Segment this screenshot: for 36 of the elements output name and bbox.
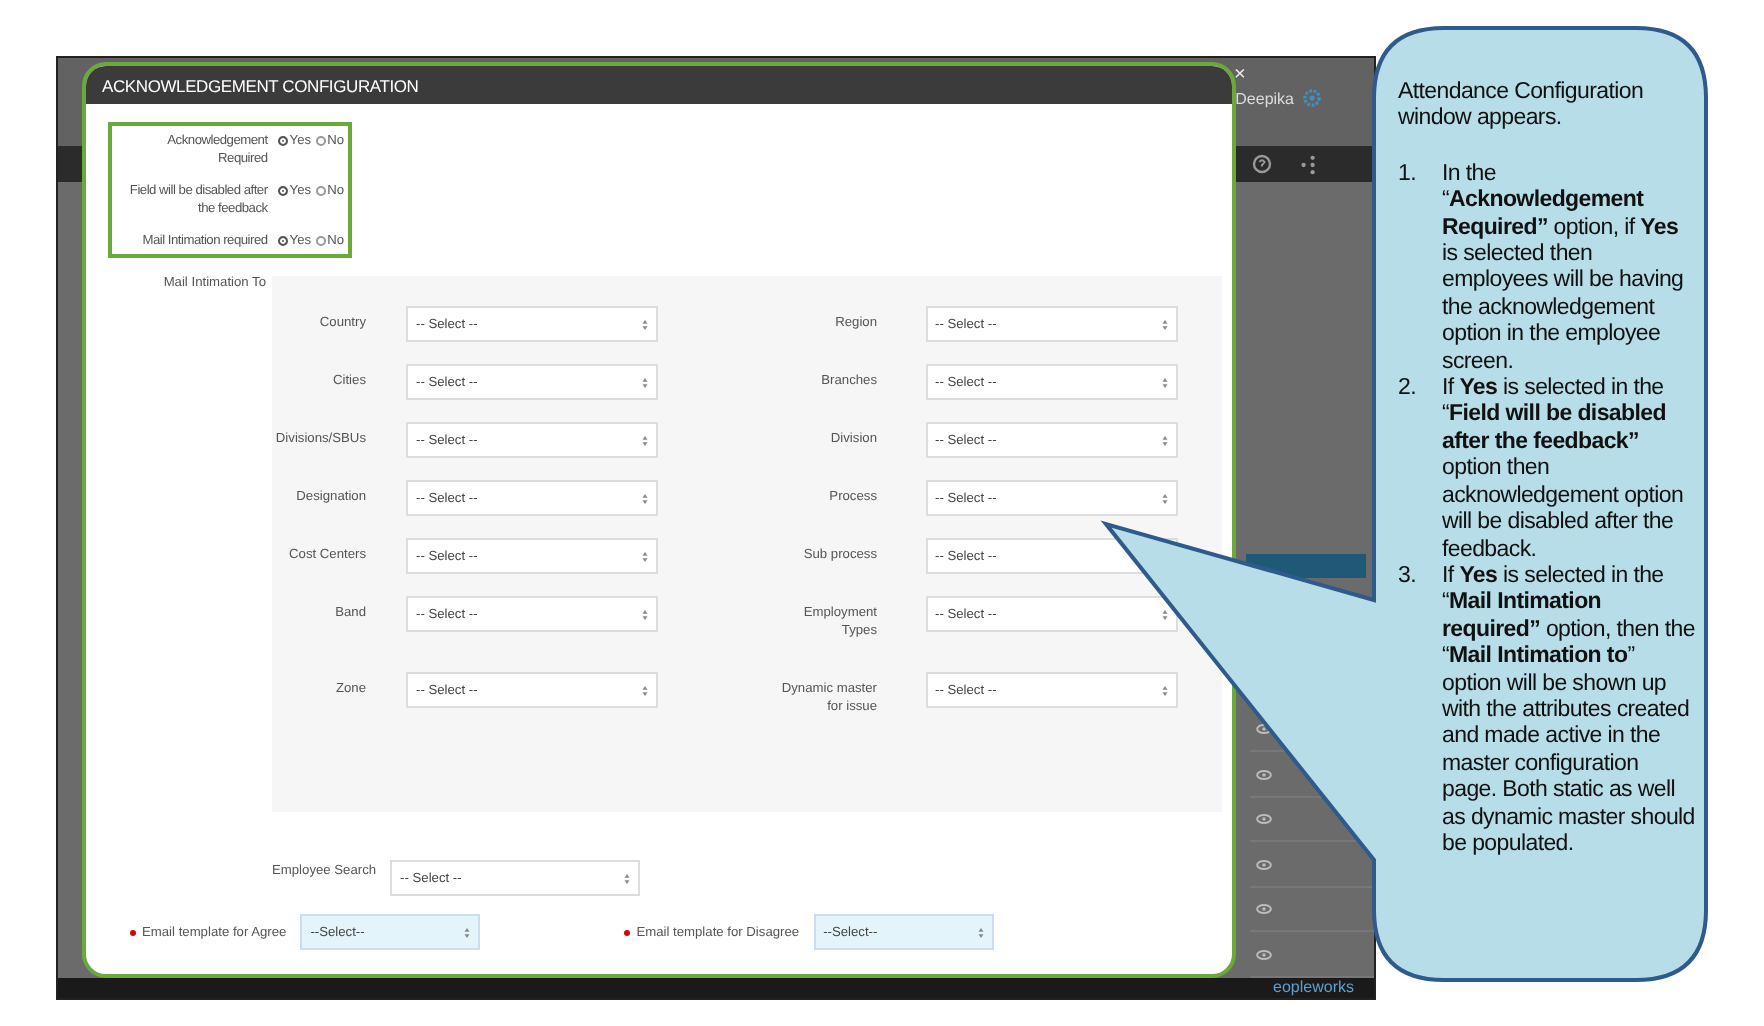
- step-text: If Yes is selected in the “Field will be disabled after the feedback” option then acknowledgement option will be disabled after the feedback.: [1442, 376, 1686, 564]
- dropdown-arrow-icon: [1161, 435, 1167, 445]
- user-name[interactable]: Deepika: [1235, 89, 1294, 108]
- step-number: 2.: [1398, 376, 1418, 405]
- dropdown-arrow-icon: [1161, 609, 1167, 619]
- dropdown-arrow-icon: [642, 319, 648, 329]
- settings-icon[interactable]: [1302, 88, 1322, 109]
- dropdown-arrow-icon: [464, 927, 471, 937]
- step-number: 3.: [1398, 563, 1418, 592]
- step-text: In the “Acknowledgement Required” option, if Yes is selected then employees will be having the acknowledgement option in the employee screen.: [1442, 161, 1686, 377]
- step-text: If Yes is selected in the “Mail Intimation required” option, then the “Mail Intimation to” option will be shown up with the attributes created and made active in the master configuration page. Both static as well as dynamic master should be populated.: [1442, 563, 1697, 859]
- dropdown-arrow-icon: [642, 609, 648, 619]
- view-icon[interactable]: [1256, 949, 1272, 960]
- dropdown-arrow-icon: [642, 493, 648, 503]
- dropdown-arrow-icon: [642, 377, 648, 387]
- view-icon[interactable]: [1256, 769, 1272, 780]
- view-icon[interactable]: [1256, 904, 1272, 915]
- callout-intro: Attendance Configuration window appears.: [1398, 80, 1646, 134]
- dropdown-arrow-icon: [1161, 685, 1167, 695]
- step-number: 1.: [1398, 161, 1418, 190]
- dropdown-arrow-icon: [1161, 493, 1167, 503]
- view-icon[interactable]: [1256, 859, 1272, 870]
- close-button[interactable]: ×: [1230, 64, 1250, 86]
- view-icon[interactable]: [1256, 814, 1272, 825]
- dropdown-arrow-icon: [642, 435, 648, 445]
- dropdown-arrow-icon: [624, 873, 631, 883]
- dropdown-arrow-icon: [1161, 377, 1167, 387]
- share-icon[interactable]: [1300, 153, 1318, 176]
- dialog-title: ACKNOWLEDGEMENT CONFIGURATION: [102, 75, 419, 95]
- dropdown-arrow-icon: [1161, 319, 1167, 329]
- dropdown-arrow-icon: [977, 927, 984, 937]
- dropdown-arrow-icon: [642, 551, 648, 561]
- brand-logo: eopleworks: [1273, 978, 1354, 997]
- view-icon[interactable]: [1256, 724, 1272, 735]
- dropdown-arrow-icon: [642, 685, 648, 695]
- help-icon[interactable]: [1252, 154, 1272, 175]
